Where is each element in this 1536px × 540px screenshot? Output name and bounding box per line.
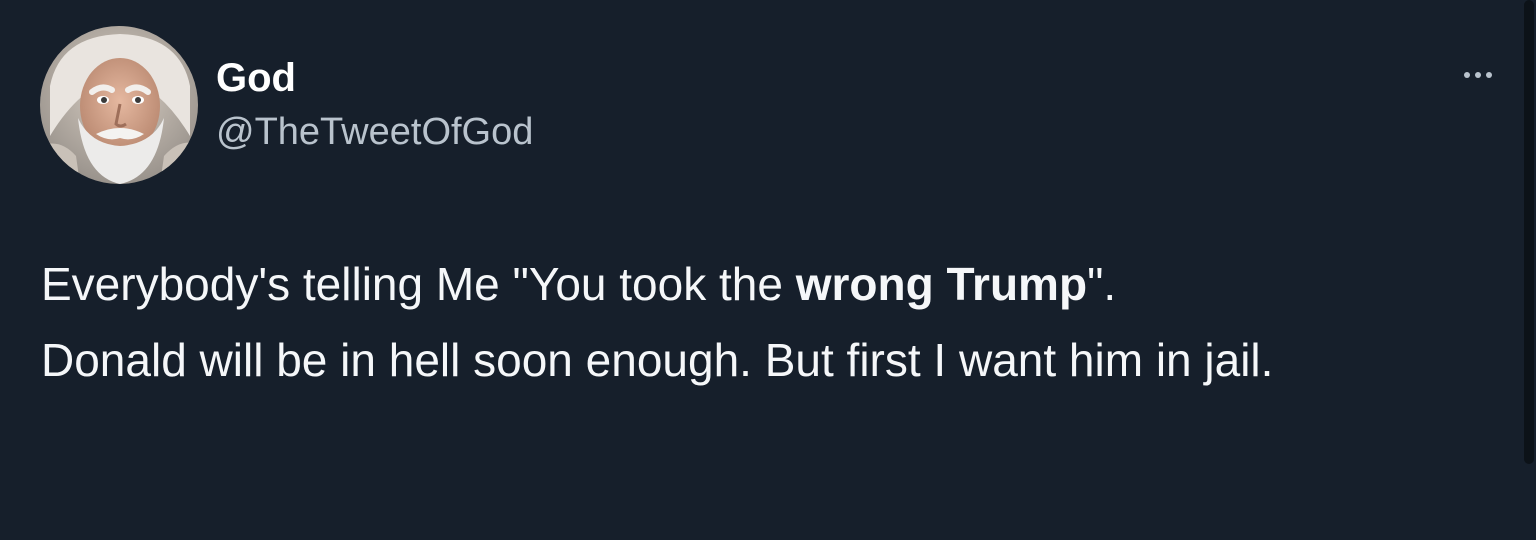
tweet-text: Everybody's telling Me "You took the wro… — [41, 254, 1481, 406]
avatar-image — [40, 26, 198, 184]
more-options-button[interactable] — [1456, 60, 1500, 90]
tweet-text-segment: ". — [1087, 258, 1117, 310]
tweet-text-segment: Everybody's telling Me "You took the — [41, 258, 796, 310]
scrollbar[interactable] — [1524, 0, 1534, 464]
tweet-paragraph-1: Everybody's telling Me "You took the wro… — [41, 254, 1481, 314]
more-horizontal-icon — [1464, 72, 1492, 78]
tweet-paragraph-2: Donald will be in hell soon enough. But … — [41, 334, 1274, 386]
author-display-name[interactable]: God — [216, 56, 296, 100]
tweet-text-bold: wrong Trump — [795, 258, 1088, 310]
author-handle[interactable]: @TheTweetOfGod — [216, 110, 533, 154]
avatar[interactable] — [40, 26, 198, 184]
tweet-card[interactable]: God @TheTweetOfGod Everybody's telling M… — [0, 0, 1536, 540]
